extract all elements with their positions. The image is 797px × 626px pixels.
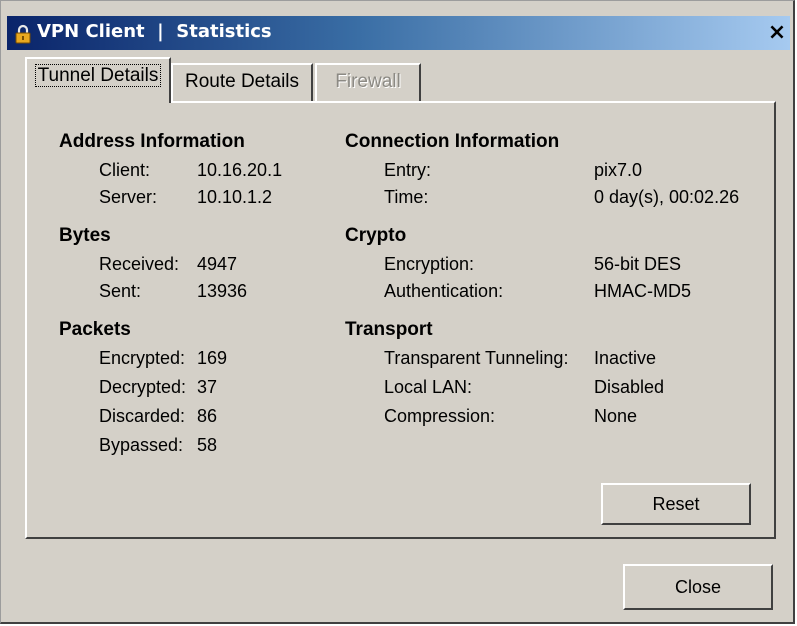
compression-label: Compression: [384, 406, 496, 426]
tab-firewall[interactable]: Firewall [315, 63, 421, 101]
encryption-value: 56-bit DES [594, 254, 682, 274]
server-value: 10.10.1.2 [197, 187, 273, 207]
time-label: Time: [384, 187, 429, 207]
lock-icon [13, 24, 33, 44]
encryption-label: Encryption: [384, 254, 475, 274]
tunnel-details-panel: Address Information Client: 10.16.20.1 S… [25, 101, 776, 539]
bypassed-label: Bypassed: [99, 435, 184, 455]
tab-route-details[interactable]: Route Details [171, 63, 313, 101]
window-title: VPN Client | Statistics [37, 21, 272, 42]
bypassed-value: 58 [197, 435, 218, 455]
sent-label: Sent: [99, 281, 142, 301]
authentication-label: Authentication: [384, 281, 504, 301]
vpn-statistics-window: VPN Client | Statistics × Tunnel Details… [0, 0, 795, 624]
transparent-tunneling-label: Transparent Tunneling: [384, 348, 569, 368]
transparent-tunneling-value: Inactive [594, 348, 657, 368]
entry-value: pix7.0 [594, 160, 643, 180]
connection-info-heading: Connection Information [345, 131, 560, 152]
address-info-heading: Address Information [59, 131, 245, 152]
discarded-label: Discarded: [99, 406, 186, 426]
close-button[interactable]: Close [623, 564, 773, 610]
encrypted-value: 169 [197, 348, 228, 368]
close-icon[interactable]: × [766, 20, 788, 46]
packets-heading: Packets [59, 319, 131, 340]
tab-tunnel-details-label: Tunnel Details [34, 64, 162, 87]
decrypted-value: 37 [197, 377, 218, 397]
local-lan-label: Local LAN: [384, 377, 473, 397]
received-value: 4947 [197, 254, 238, 274]
authentication-value: HMAC-MD5 [594, 281, 691, 301]
received-label: Received: [99, 254, 180, 274]
bytes-heading: Bytes [59, 225, 111, 246]
crypto-heading: Crypto [345, 225, 407, 246]
time-value: 0 day(s), 00:02.26 [594, 187, 740, 207]
sent-value: 13936 [197, 281, 248, 301]
decrypted-label: Decrypted: [99, 377, 187, 397]
reset-button[interactable]: Reset [601, 483, 751, 525]
tab-tunnel-details[interactable]: Tunnel Details [25, 57, 171, 103]
compression-value: None [594, 406, 638, 426]
tab-route-details-label: Route Details [184, 71, 300, 92]
entry-label: Entry: [384, 160, 432, 180]
transport-heading: Transport [345, 319, 433, 340]
client-label: Client: [99, 160, 151, 180]
discarded-value: 86 [197, 406, 218, 426]
encrypted-label: Encrypted: [99, 348, 186, 368]
tab-firewall-label: Firewall [335, 71, 401, 92]
title-bar[interactable]: VPN Client | Statistics × [7, 16, 790, 50]
local-lan-value: Disabled [594, 377, 665, 397]
server-label: Server: [99, 187, 158, 207]
client-value: 10.16.20.1 [197, 160, 283, 180]
